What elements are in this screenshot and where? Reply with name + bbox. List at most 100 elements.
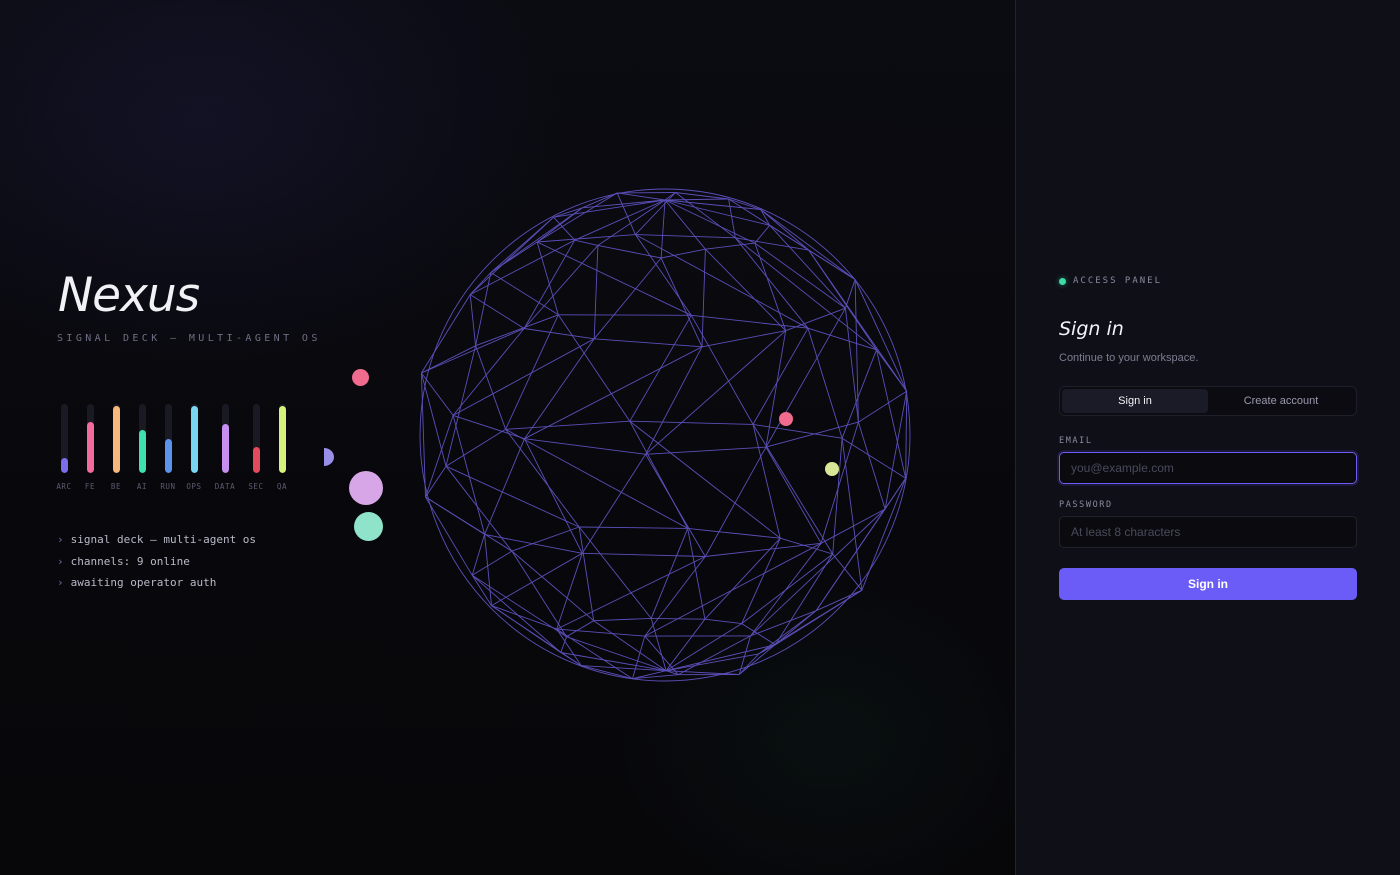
wireframe-edge — [511, 550, 567, 637]
wireframe-edge — [632, 635, 646, 679]
wireframe-edge — [524, 328, 595, 340]
wireframe-edge — [593, 245, 599, 339]
console-line: › awaiting operator auth — [57, 572, 256, 594]
status-dot-icon — [1059, 277, 1066, 285]
wireframe-edge — [687, 527, 781, 539]
console-line-text: channels: 9 online — [70, 554, 190, 568]
tab-sign-in[interactable]: Sign in — [1062, 389, 1208, 413]
meter-fe: FE — [80, 404, 100, 491]
meter-label: DATA — [214, 482, 236, 491]
wireframe-edge — [581, 454, 646, 554]
wireframe-edge — [858, 390, 907, 423]
wireframe-edge — [425, 415, 454, 498]
wireframe-edge — [421, 328, 525, 374]
meter-fill — [60, 457, 68, 473]
sphere-node-pink — [779, 412, 793, 426]
email-field[interactable] — [1059, 452, 1357, 484]
orb-lilac — [349, 471, 383, 505]
wireframe-edge — [734, 237, 809, 329]
wireframe-edge — [704, 537, 781, 620]
meter-fill — [190, 406, 198, 473]
wireframe-edge — [705, 242, 755, 250]
wireframe-edge — [760, 209, 809, 251]
meter-label: BE — [110, 482, 122, 491]
tab-create-account[interactable]: Create account — [1208, 389, 1354, 413]
wireframe-edge — [664, 198, 729, 201]
wireframe-edge — [536, 241, 692, 316]
meter-label: SEC — [248, 482, 264, 491]
wireframe-edge — [471, 574, 562, 653]
meter-label: OPS — [186, 482, 202, 491]
wireframe-edge — [566, 620, 594, 638]
wireframe-edge — [690, 315, 754, 425]
prompt-chevron-icon: › — [57, 554, 64, 568]
wireframe-edge — [645, 446, 767, 455]
wireframe-edge — [511, 550, 594, 622]
wireframe-edge — [752, 424, 834, 555]
wireframe-edge — [557, 314, 631, 422]
wireframe-edge — [469, 294, 525, 329]
wireframe-edge — [597, 199, 666, 246]
wireframe-edge — [578, 526, 652, 619]
wireframe-edge — [593, 257, 662, 340]
console-line-text: awaiting operator auth — [70, 576, 217, 590]
wireframe-edge — [754, 242, 846, 309]
wireframe-edge — [524, 346, 703, 440]
wireframe-edge — [452, 328, 525, 416]
wireframe-edge — [511, 526, 580, 552]
wireframe-edge — [421, 294, 471, 374]
channel-meters: ARC FE BE AI RUN OPS DATA SEC QA — [54, 404, 292, 491]
wireframe-edge — [617, 192, 666, 201]
meter-track — [60, 404, 68, 473]
orb-violet-half — [324, 448, 334, 466]
wireframe-edge — [594, 338, 703, 348]
form-title: Sign in — [1059, 318, 1124, 340]
wireframe-edge — [808, 249, 908, 392]
wireframe-edge — [556, 628, 582, 666]
access-panel-label: ACCESS PANEL — [1073, 276, 1163, 286]
wireframe-edge — [445, 465, 513, 552]
meter-label: FE — [84, 482, 96, 491]
password-label: PASSWORD — [1059, 500, 1113, 510]
sign-in-button[interactable]: Sign in — [1059, 568, 1357, 600]
meter-fill — [112, 406, 120, 473]
wireframe-edge — [701, 249, 706, 347]
prompt-chevron-icon: › — [57, 576, 64, 590]
wireframe-edge — [505, 420, 630, 430]
meter-fill — [86, 421, 94, 473]
console-log: › signal deck — multi-agent os › channel… — [57, 529, 256, 594]
console-line-text: signal deck — multi-agent os — [70, 533, 257, 547]
wireframe-edge — [854, 279, 908, 392]
wireframe-edge — [750, 508, 886, 637]
wireframe-edge — [425, 496, 513, 552]
wireframe-edge — [629, 315, 692, 422]
wireframe-sphere — [419, 188, 911, 682]
wireframe-edge — [635, 234, 692, 316]
wireframe-edge — [857, 421, 886, 510]
wireframe-edge — [445, 465, 580, 528]
meter-fill — [221, 424, 229, 473]
wireframe-edge — [629, 420, 754, 425]
wireframe-edge — [905, 391, 908, 479]
password-field[interactable] — [1059, 516, 1357, 548]
wireframe-edge — [691, 314, 809, 329]
wireframe-edge — [758, 610, 817, 655]
wireframe-edge — [752, 423, 843, 439]
meter-label: QA — [276, 482, 288, 491]
wireframe-edge — [445, 428, 506, 467]
wireframe-edge — [574, 239, 598, 246]
wireframe-edge — [425, 496, 473, 576]
wireframe-edge — [754, 242, 787, 331]
wireframe-edge — [537, 234, 636, 243]
wireframe-edge — [556, 553, 583, 630]
wireframe-edge — [593, 617, 652, 622]
email-label: EMAIL — [1059, 436, 1093, 446]
meter-fill — [252, 446, 260, 473]
wireframe-edge — [704, 446, 767, 557]
wireframe-edge — [645, 330, 786, 455]
orb-pink — [352, 369, 369, 386]
orb-mint — [354, 512, 383, 541]
meter-label: AI — [136, 482, 148, 491]
wireframe-edge — [660, 257, 703, 347]
wireframe-edge — [738, 610, 817, 675]
